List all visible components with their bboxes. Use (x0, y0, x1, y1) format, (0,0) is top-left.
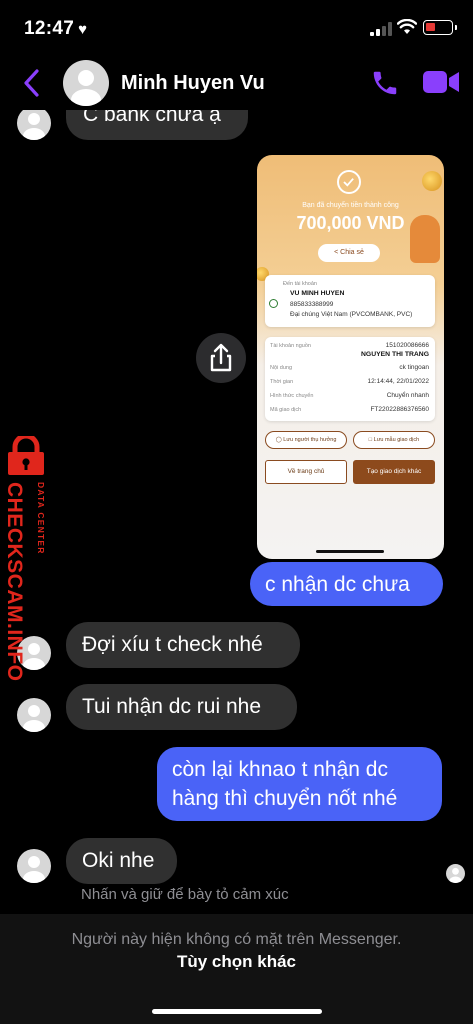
success-check-icon (337, 170, 361, 194)
receipt-to-account: 885833388999 (290, 301, 334, 308)
receipt-row-label: Mã giao dịch (270, 407, 302, 413)
bank-logo-icon (269, 299, 278, 308)
back-chevron-icon[interactable] (22, 68, 42, 98)
receipt-to-bank: Đại chúng Việt Nam (PVCOMBANK, PVC) (290, 311, 413, 318)
sender-avatar (17, 849, 51, 883)
receipt-row-label: Thời gian (270, 379, 294, 385)
receipt-success-text: Bạn đã chuyển tiền thành công (302, 202, 399, 209)
receipt-to-name: VU MINH HUYEN (290, 290, 345, 297)
status-bar: 12:47 ♥ (0, 0, 473, 58)
message-bubble-outgoing[interactable]: c nhận dc chưa (250, 562, 443, 606)
share-image-button[interactable] (196, 333, 246, 383)
seen-avatar-icon (446, 864, 465, 883)
message-bubble-incoming[interactable]: Oki nhe (66, 838, 177, 884)
availability-status: Người này hiện không có mặt trên Messeng… (71, 931, 402, 948)
watermark: CHECKSCAM.INFO DATA CENTER (0, 436, 54, 682)
receipt-row-label: Nội dung (270, 365, 293, 371)
receipt-share-button: < Chia sẻ (318, 244, 380, 262)
share-icon (210, 343, 232, 372)
receipt-row-label: Hình thức chuyển (270, 393, 314, 399)
reaction-hint: Nhấn và giữ để bày tỏ cảm xúc (81, 886, 289, 903)
save-payee-option: ◯ Lưu người thụ hưởng (265, 431, 347, 449)
receipt-payee-card: Đến tài khoản VU MINH HUYEN 885833388999… (265, 275, 435, 327)
tiger-illustration (410, 215, 440, 263)
sender-avatar (17, 106, 51, 140)
receipt-to-label: Đến tài khoản (283, 281, 317, 287)
more-options-button[interactable]: Tùy chọn khác (0, 952, 473, 972)
receipt-row-value: ck tingoan (399, 364, 429, 371)
receipt-home-indicator (316, 550, 384, 553)
video-call-icon[interactable] (422, 69, 460, 95)
receipt-row-value: 12:14:44, 22/01/2022 (367, 378, 429, 385)
share-icon: < (334, 249, 339, 256)
contact-name[interactable]: Minh Huyen Vu (121, 72, 265, 95)
receipt-new-transaction-button: Tạo giao dịch khác (353, 460, 435, 484)
coin-icon (422, 171, 442, 191)
chat-header: Minh Huyen Vu (0, 58, 473, 110)
message-bubble-incoming[interactable]: Tui nhận dc rui nhe (66, 684, 297, 730)
watermark-main-text: CHECKSCAM.INFO (3, 482, 26, 682)
message-line: còn lại khnao t nhận dc (172, 758, 388, 781)
cellular-signal-icon (370, 22, 392, 36)
message-bubble-incoming[interactable]: Đợi xíu t check nhé (66, 622, 300, 668)
home-indicator (152, 1009, 322, 1014)
wifi-icon (397, 19, 417, 34)
transfer-receipt-image[interactable]: Bạn đã chuyển tiền thành công 700,000 VN… (257, 155, 444, 559)
composer-footer: Người này hiện không có mặt trên Messeng… (0, 914, 473, 1024)
message-line: hàng thì chuyển nốt nhé (172, 787, 398, 810)
lock-icon (8, 436, 44, 475)
receipt-row-value: 151020086666 (385, 342, 429, 349)
sender-avatar (17, 698, 51, 732)
phone-call-icon[interactable] (370, 68, 400, 98)
contact-avatar[interactable] (63, 60, 109, 106)
receipt-home-button: Về trang chủ (265, 460, 347, 484)
save-template-option: □ Lưu mẫu giao dịch (353, 431, 435, 449)
receipt-row-value: NGUYEN THI TRANG (361, 351, 429, 358)
receipt-row-label: Tài khoản nguồn (270, 343, 311, 349)
receipt-row-value: FT22022886376560 (370, 406, 429, 413)
receipt-row-value: Chuyển nhanh (386, 392, 429, 399)
receipt-details-card: Tài khoản nguồn 151020086666 NGUYEN THI … (265, 337, 435, 421)
status-time: 12:47 ♥ (24, 18, 88, 39)
bookmark-icon: □ (368, 437, 373, 443)
message-bubble-outgoing[interactable]: còn lại khnao t nhận dc hàng thì chuyển … (157, 747, 442, 821)
user-icon: ◯ (275, 437, 282, 443)
battery-icon (423, 20, 457, 35)
heart-icon: ♥ (78, 21, 88, 38)
